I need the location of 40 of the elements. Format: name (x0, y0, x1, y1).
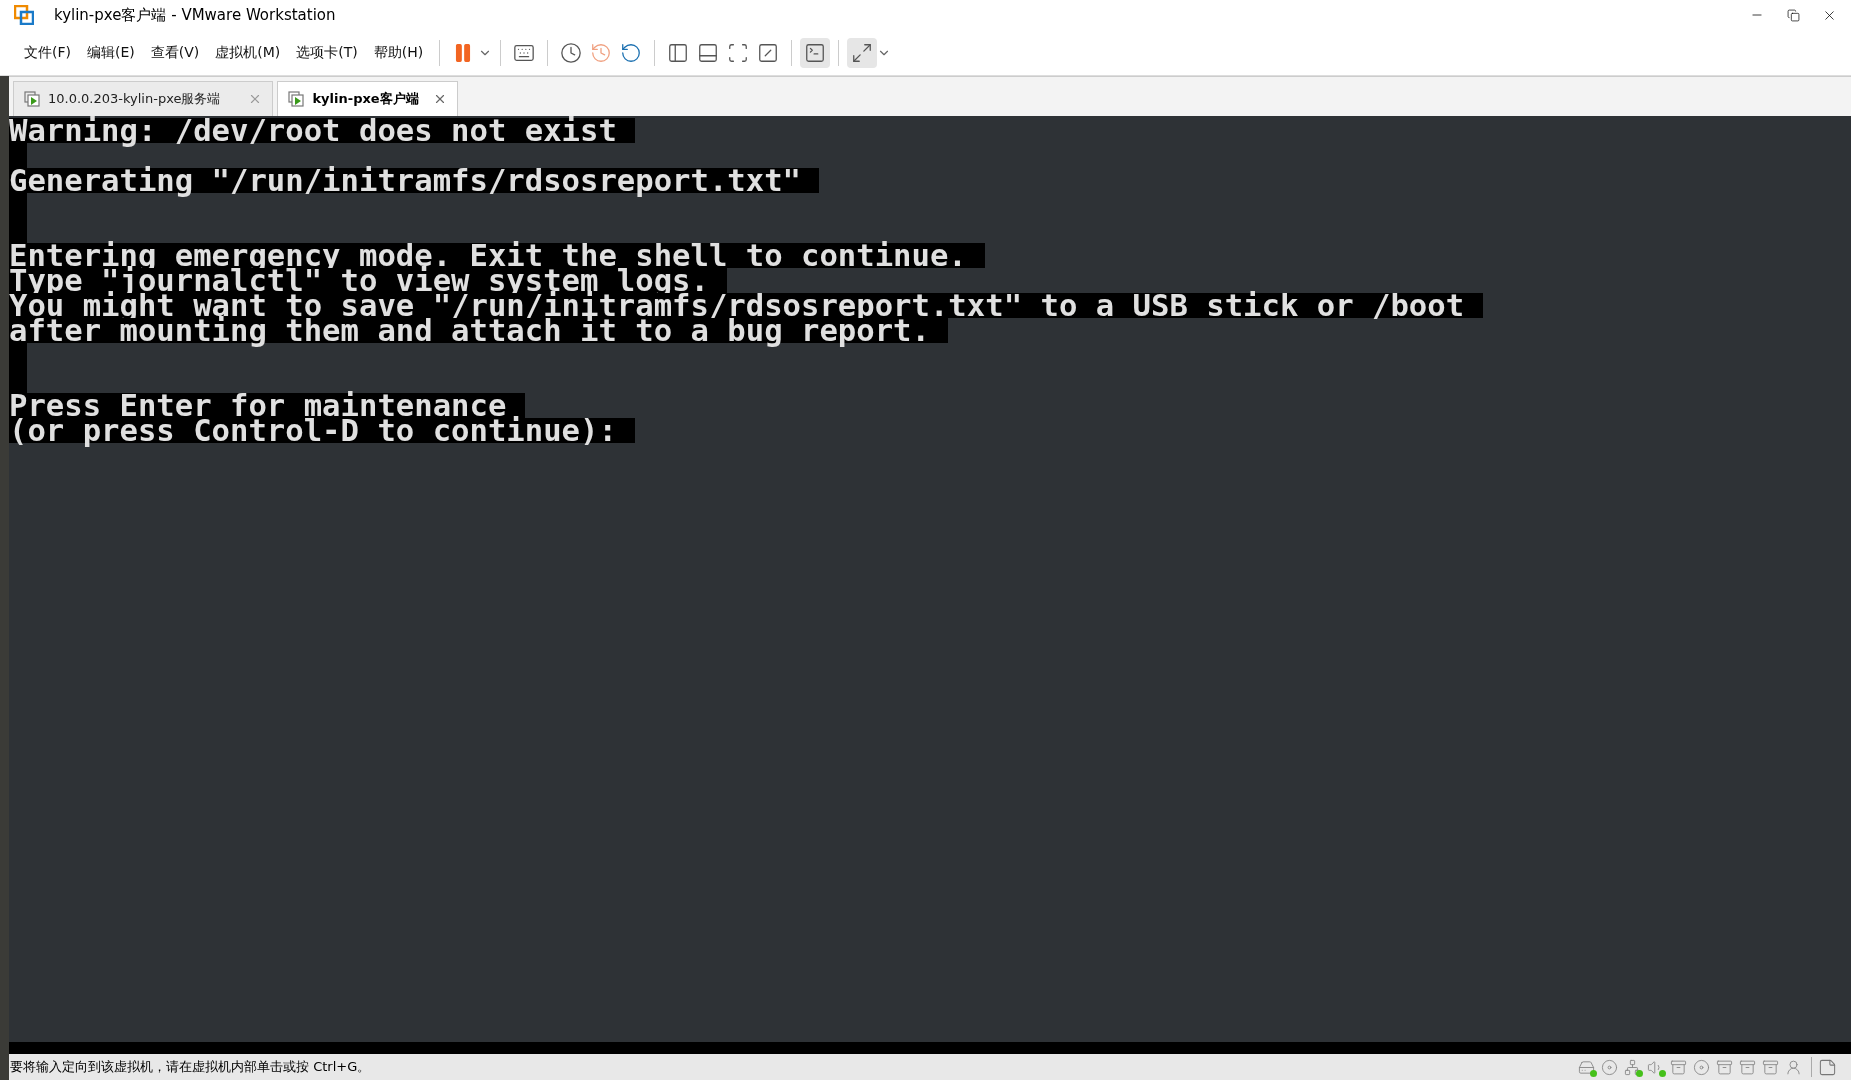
tab-label[interactable]: kylin-pxe客户端 (312, 89, 419, 109)
drive-icon[interactable] (1739, 1058, 1756, 1076)
tab[interactable]: kylin-pxe客户端 (277, 81, 458, 116)
vm-console-screen[interactable] (9, 116, 1851, 1054)
drive-icon[interactable] (1716, 1058, 1733, 1076)
bottom-panel-icon (697, 41, 720, 64)
left-panel-icon (667, 41, 690, 64)
menu-item[interactable]: 选项卡(T) (288, 42, 366, 63)
status-message: 要将输入定向到该虚拟机，请在虚拟机内部单击或按 Ctrl+G。 (10, 1058, 371, 1077)
frame-icon (727, 41, 750, 64)
window-title: kylin-pxe客户端 - VMware Workstation (54, 4, 336, 26)
terminal-icon (804, 41, 827, 64)
menu-item[interactable]: 编辑(E) (79, 42, 143, 63)
menu-item[interactable]: 帮助(H) (365, 42, 432, 63)
menu-item[interactable]: 查看(V) (142, 42, 208, 63)
drive-icon[interactable] (1670, 1058, 1687, 1076)
disc-icon[interactable] (1693, 1058, 1710, 1076)
drive-icon[interactable] (1762, 1058, 1779, 1076)
vm-icon (24, 91, 40, 107)
vm-icon (288, 91, 305, 107)
hard-disk-icon[interactable] (1578, 1058, 1595, 1076)
message-log-button[interactable] (1818, 1057, 1837, 1077)
note-icon (1818, 1057, 1837, 1077)
user-icon[interactable] (1785, 1058, 1802, 1076)
history-icon (590, 41, 613, 64)
menu-item[interactable]: 文件(F) (16, 42, 79, 63)
menu-item[interactable]: 虚拟机(M) (207, 42, 289, 63)
tab[interactable]: 10.0.0.203-kylin-pxe服务端 (13, 81, 274, 116)
disc-icon[interactable] (1601, 1058, 1618, 1076)
tab-label[interactable]: 10.0.0.203-kylin-pxe服务端 (48, 89, 221, 109)
expand-icon (851, 41, 874, 64)
network-icon[interactable] (1624, 1058, 1641, 1076)
slashed-square-icon (757, 41, 780, 64)
fullscreen-button[interactable] (847, 37, 878, 68)
clock-icon (560, 41, 583, 64)
console-button[interactable] (800, 37, 831, 68)
rotate-icon (620, 41, 643, 64)
restore-icon (1786, 8, 1800, 22)
app-logo-icon (14, 5, 34, 25)
speaker-icon[interactable] (1647, 1058, 1664, 1076)
